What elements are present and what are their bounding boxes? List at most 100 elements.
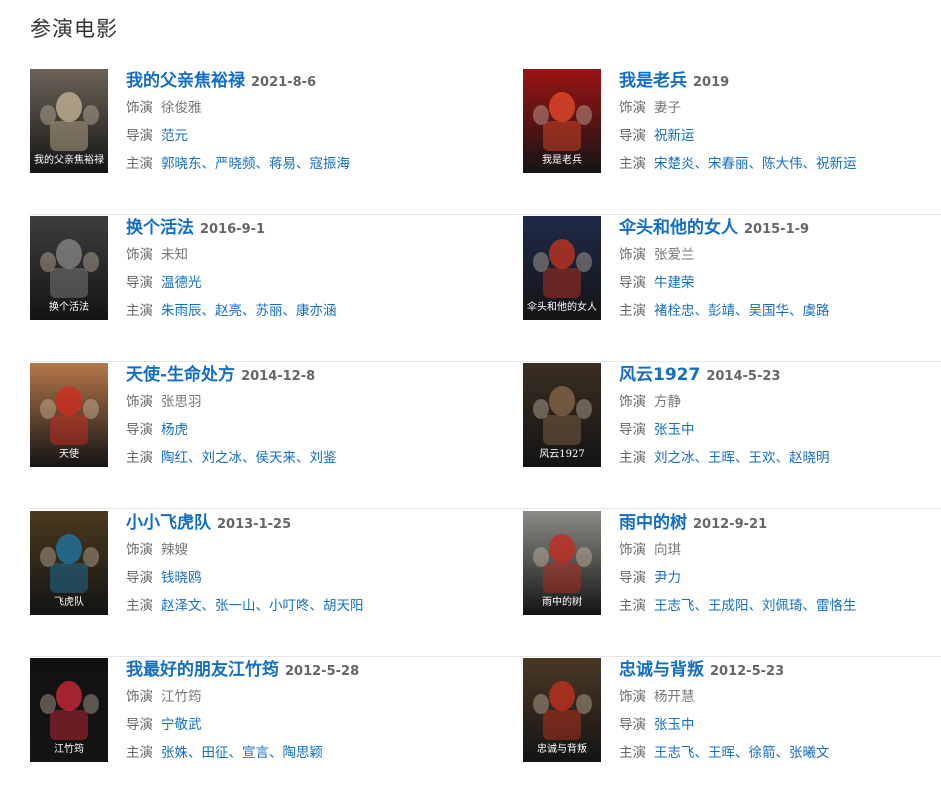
- cast-link[interactable]: 苏丽: [256, 303, 283, 319]
- movie-title-link[interactable]: 雨中的树: [619, 513, 687, 533]
- director-link[interactable]: 祝新运: [654, 128, 695, 144]
- movie-card: 雨中的树 雨中的树 2012-9-21 饰演 向琪 导演 尹力 主演 王志飞、王成阳、刘佩琦、雷…: [523, 510, 941, 657]
- cast-link[interactable]: 蒋易: [269, 156, 296, 172]
- cast-link[interactable]: 王晖: [708, 745, 735, 761]
- cast-link[interactable]: 吴国华: [749, 303, 790, 319]
- director-line: 导演 范元: [126, 122, 456, 150]
- director-link[interactable]: 张玉中: [654, 717, 695, 733]
- director-line: 导演 尹力: [619, 564, 941, 592]
- cast-link[interactable]: 赵晓明: [789, 450, 830, 466]
- movie-title-link[interactable]: 风云1927: [619, 365, 700, 385]
- name-separator: 、: [735, 745, 749, 761]
- movie-title-link[interactable]: 我的父亲焦裕禄: [126, 71, 245, 91]
- movie-poster[interactable]: 江竹筠: [30, 658, 108, 762]
- cast-link[interactable]: 张一山: [215, 598, 256, 614]
- poster-image: 忠诚与背叛: [523, 658, 601, 762]
- role-label: 饰演: [619, 689, 646, 705]
- movie-row: 换个活法 换个活法 2016-9-1 饰演 未知 导演 温德光 主演 朱雨辰、赵亮、苏丽、康亦涵…: [30, 215, 941, 362]
- release-date: 2021-8-6: [251, 75, 317, 90]
- director-link[interactable]: 杨虎: [161, 422, 188, 438]
- poster-title-art: 天使: [59, 447, 79, 460]
- cast-link[interactable]: 雷恪生: [816, 598, 857, 614]
- cast-link[interactable]: 刘鉴: [310, 450, 337, 466]
- cast-link[interactable]: 赵亮: [215, 303, 242, 319]
- director-label: 导演: [619, 422, 646, 438]
- movie-poster[interactable]: 飞虎队: [30, 511, 108, 615]
- cast-link[interactable]: 侯天来: [256, 450, 297, 466]
- cast-link[interactable]: 张曦文: [789, 745, 830, 761]
- cast-link[interactable]: 郭晓东: [161, 156, 202, 172]
- movie-title-link[interactable]: 换个活法: [126, 218, 194, 238]
- cast-link[interactable]: 陶思颖: [283, 745, 324, 761]
- cast-link[interactable]: 褚栓忠: [654, 303, 695, 319]
- cast-link[interactable]: 宣言: [242, 745, 269, 761]
- cast-link[interactable]: 祝新运: [816, 156, 857, 172]
- cast-link[interactable]: 寇振海: [310, 156, 351, 172]
- release-date: 2012-5-28: [285, 664, 360, 679]
- movie-title-link[interactable]: 我是老兵: [619, 71, 687, 91]
- director-link[interactable]: 宁敬武: [161, 717, 202, 733]
- role-label: 饰演: [126, 689, 153, 705]
- director-link[interactable]: 尹力: [654, 570, 681, 586]
- name-separator: 、: [748, 598, 763, 614]
- role-label: 饰演: [619, 247, 646, 263]
- role-value: 向琪: [654, 542, 681, 558]
- director-link[interactable]: 温德光: [161, 275, 202, 291]
- movie-poster[interactable]: 雨中的树: [523, 511, 601, 615]
- poster-title-art: 换个活法: [49, 300, 89, 313]
- cast-link[interactable]: 徐箭: [749, 745, 776, 761]
- poster-image: 雨中的树: [523, 511, 601, 615]
- cast-line: 主演 郭晓东、严晓频、蒋易、寇振海: [126, 150, 456, 178]
- movie-info: 我的父亲焦裕禄 2021-8-6 饰演 徐俊雅 导演 范元 主演 郭晓东、严晓频、蒋易、寇振海: [126, 68, 456, 178]
- cast-link[interactable]: 王志飞: [654, 745, 695, 761]
- cast-link[interactable]: 王晖: [708, 450, 735, 466]
- cast-link[interactable]: 胡天阳: [323, 598, 364, 614]
- cast-link[interactable]: 刘佩琦: [762, 598, 803, 614]
- cast-link[interactable]: 张姝: [161, 745, 188, 761]
- movie-poster[interactable]: 伞头和他的女人: [523, 216, 601, 320]
- director-link[interactable]: 张玉中: [654, 422, 695, 438]
- cast-link[interactable]: 严晓频: [215, 156, 256, 172]
- name-separator: 、: [789, 303, 803, 319]
- director-link[interactable]: 牛建荣: [654, 275, 695, 291]
- movie-title-link[interactable]: 天使-生命处方: [126, 365, 235, 385]
- cast-link[interactable]: 宋春丽: [708, 156, 749, 172]
- movie-info: 我是老兵 2019 饰演 妻子 导演 祝新运 主演 宋楚炎、宋春丽、陈大伟、祝新运: [619, 68, 941, 178]
- cast-link[interactable]: 陈大伟: [762, 156, 803, 172]
- movie-poster[interactable]: 换个活法: [30, 216, 108, 320]
- role-value: 妻子: [654, 100, 681, 116]
- cast-link[interactable]: 虞路: [803, 303, 830, 319]
- cast-link[interactable]: 朱雨辰: [161, 303, 202, 319]
- cast-label: 主演: [126, 156, 153, 172]
- movie-title-link[interactable]: 伞头和他的女人: [619, 218, 738, 238]
- cast-link[interactable]: 彭靖: [708, 303, 735, 319]
- movie-poster[interactable]: 忠诚与背叛: [523, 658, 601, 762]
- cast-link[interactable]: 王志飞: [654, 598, 695, 614]
- director-link[interactable]: 钱晓鸥: [161, 570, 202, 586]
- poster-image: 江竹筠: [30, 658, 108, 762]
- cast-link[interactable]: 康亦涵: [296, 303, 337, 319]
- movie-poster[interactable]: 风云1927: [523, 363, 601, 467]
- poster-image: 我是老兵: [523, 69, 601, 173]
- name-separator: 、: [802, 598, 817, 614]
- poster-image: 我的父亲焦裕禄: [30, 69, 108, 173]
- movie-poster[interactable]: 天使: [30, 363, 108, 467]
- cast-link[interactable]: 陶红: [161, 450, 188, 466]
- director-link[interactable]: 范元: [161, 128, 188, 144]
- movie-title-link[interactable]: 我最好的朋友江竹筠: [126, 660, 279, 680]
- movie-card: 风云1927 风云1927 2014-5-23 饰演 方静 导演 张玉中 主演 刘之冰、王晖、王…: [523, 362, 941, 509]
- cast-link[interactable]: 王成阳: [708, 598, 749, 614]
- cast-link[interactable]: 赵泽文: [161, 598, 202, 614]
- cast-link[interactable]: 小叮咚: [269, 598, 310, 614]
- movie-title-link[interactable]: 忠诚与背叛: [619, 660, 704, 680]
- movie-poster[interactable]: 我是老兵: [523, 69, 601, 173]
- movie-title-link[interactable]: 小小飞虎队: [126, 513, 211, 533]
- cast-link[interactable]: 田征: [202, 745, 229, 761]
- cast-link[interactable]: 宋楚炎: [654, 156, 695, 172]
- release-date: 2019: [693, 75, 730, 90]
- director-label: 导演: [619, 275, 646, 291]
- movie-poster[interactable]: 我的父亲焦裕禄: [30, 69, 108, 173]
- cast-link[interactable]: 刘之冰: [202, 450, 243, 466]
- cast-link[interactable]: 刘之冰: [654, 450, 695, 466]
- cast-link[interactable]: 王欢: [749, 450, 776, 466]
